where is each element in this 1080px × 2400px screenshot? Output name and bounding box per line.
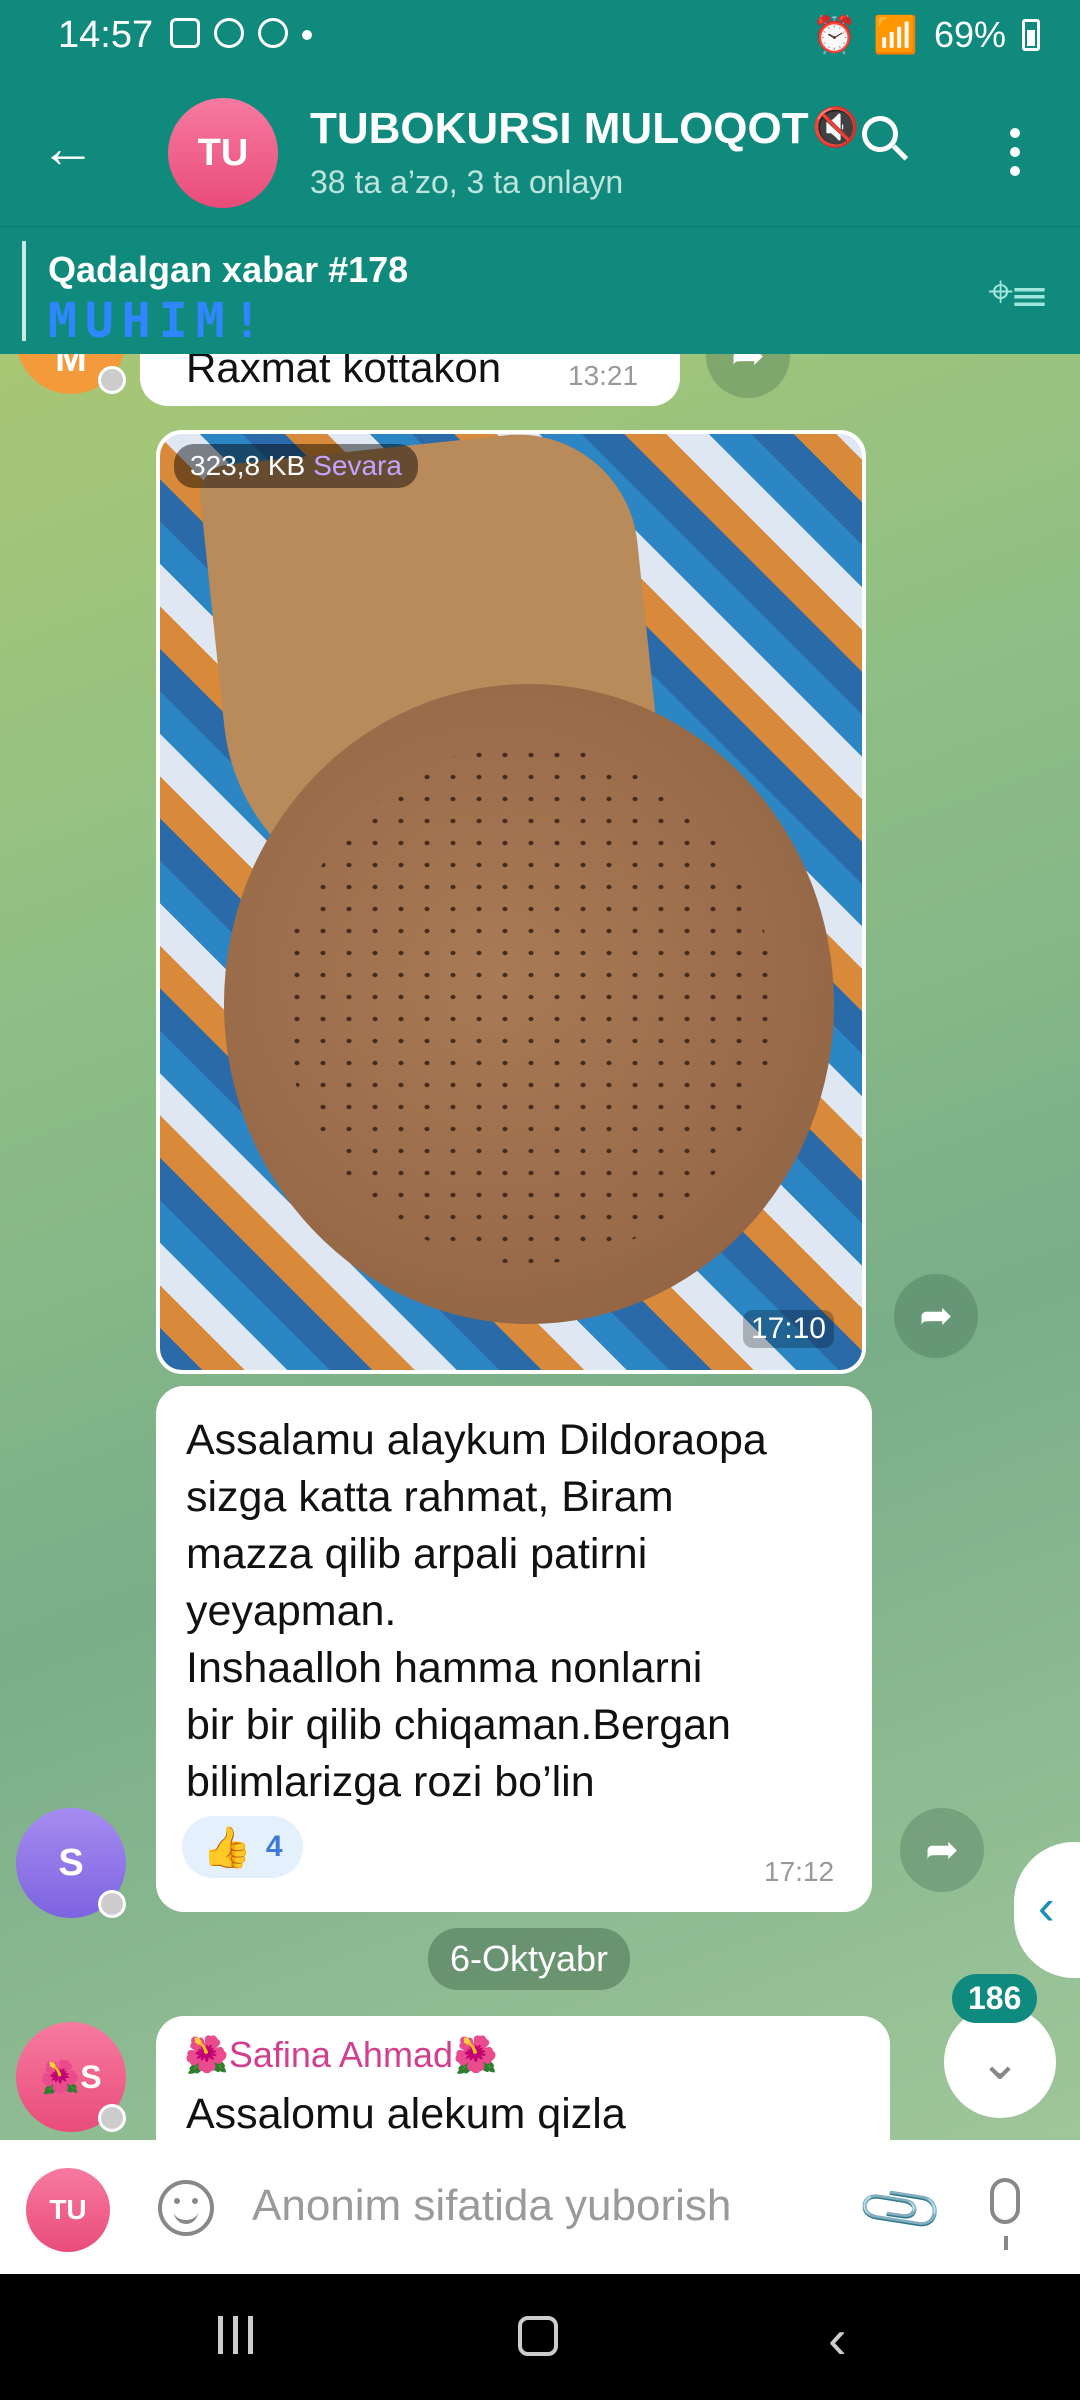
chevron-left-icon: ‹ xyxy=(1038,1879,1055,1935)
share-icon[interactable]: ➦ xyxy=(706,354,790,398)
share-icon[interactable]: ➦ xyxy=(900,1808,984,1892)
message-text: Raxmat kottakon xyxy=(186,354,502,391)
notification-icons xyxy=(170,18,312,48)
status-time: 14:57 xyxy=(58,14,154,56)
side-panel-tab[interactable]: ‹ xyxy=(1014,1842,1080,1978)
chat-title[interactable]: TUBOKURSI MULOQOT xyxy=(310,104,830,154)
pinned-message-bar[interactable]: Qadalgan xabar #178 MUHIM! ⌖☰ xyxy=(0,226,1080,355)
gallery-notification-icon xyxy=(170,18,200,48)
microphone-icon[interactable] xyxy=(990,2178,1020,2250)
system-navigation-bar: ‹ xyxy=(0,2274,1080,2400)
more-options-icon[interactable] xyxy=(1010,128,1020,185)
message-text: Assalomu alekum qizla xyxy=(186,2090,626,2138)
photo-info: 323,8 KB Sevara xyxy=(174,444,418,488)
add-notification-icon xyxy=(214,18,244,48)
chevron-down-icon: ⌄ xyxy=(979,2034,1021,2090)
avatar-initial: M xyxy=(55,354,87,380)
group-avatar[interactable]: TU xyxy=(168,98,278,208)
chat-subtitle: 38 ta a’zo, 3 ta onlayn xyxy=(310,164,624,200)
message-time: 13:21 xyxy=(568,360,639,391)
back-arrow-icon[interactable]: ← xyxy=(40,118,96,178)
avatar[interactable]: M xyxy=(16,354,126,394)
message-bubble[interactable]: 🌺Safina Ahmad🌺 Assalomu alekum qizla xyxy=(156,2016,890,2140)
pinned-text: MUHIM! xyxy=(48,293,270,349)
photo-content xyxy=(224,684,834,1324)
recent-apps-button[interactable] xyxy=(218,2316,253,2354)
unread-count-badge: 186 xyxy=(952,1974,1038,2023)
composer: TU 📎 xyxy=(0,2140,1080,2274)
photo-sender: Sevara xyxy=(313,450,402,481)
date-separator: 6-Oktyabr xyxy=(428,1928,631,1990)
avatar-initial: S xyxy=(58,1841,84,1884)
back-button[interactable]: ‹ xyxy=(828,2306,847,2371)
pinned-title: Qadalgan xabar #178 xyxy=(48,249,409,290)
emoji-icon[interactable] xyxy=(158,2180,214,2236)
message-bubble[interactable]: Raxmat kottakon 13:21 xyxy=(140,354,680,406)
system-icons: ⏰ 📶 69% xyxy=(812,14,1040,56)
muted-icon: 🔇 xyxy=(812,107,860,149)
attach-icon[interactable]: 📎 xyxy=(853,2161,949,2256)
reaction-chip[interactable]: 👍 4 xyxy=(182,1816,303,1878)
alarm-icon: ⏰ xyxy=(812,14,858,55)
send-as-avatar[interactable]: TU xyxy=(26,2168,110,2252)
avatar[interactable]: S xyxy=(16,1808,126,1918)
share-icon[interactable]: ➦ xyxy=(894,1274,978,1358)
battery-percent: 69% xyxy=(933,14,1006,55)
file-size: 323,8 KB xyxy=(190,450,306,481)
pinned-list-icon[interactable]: ⌖☰ xyxy=(988,267,1046,317)
status-bar: 14:57 ⏰ 📶 69% xyxy=(0,0,1080,76)
online-status-dot xyxy=(98,1890,126,1918)
online-status-dot xyxy=(98,366,126,394)
message-time: 17:10 xyxy=(742,1310,834,1348)
online-status-dot xyxy=(98,2104,126,2132)
sender-name[interactable]: 🌺Safina Ahmad🌺 xyxy=(184,2034,498,2076)
photo-message[interactable]: 323,8 KB Sevara 17:10 xyxy=(156,430,866,1374)
avatar-initial: 🌺S xyxy=(40,2059,102,2095)
message-text: Assalamu alaykum Dildoraopa sizga katta … xyxy=(186,1416,767,1806)
battery-icon xyxy=(1022,19,1040,51)
search-icon[interactable] xyxy=(862,116,898,152)
chat-header: ← TU TUBOKURSI MULOQOT 38 ta a’zo, 3 ta … xyxy=(0,76,1080,226)
home-button[interactable] xyxy=(518,2316,558,2356)
wifi-icon: 📶 xyxy=(873,14,918,55)
reaction-count: 4 xyxy=(265,1830,283,1863)
more-notifications-icon xyxy=(302,30,312,40)
message-bubble[interactable]: Assalamu alaykum Dildoraopa sizga katta … xyxy=(156,1386,872,1912)
sync-notification-icon xyxy=(258,18,288,48)
avatar[interactable]: 🌺S xyxy=(16,2022,126,2132)
thumbs-up-icon: 👍 xyxy=(202,1825,252,1870)
message-input[interactable] xyxy=(250,2170,814,2242)
pinned-indicator xyxy=(22,241,26,341)
message-list[interactable]: M Raxmat kottakon 13:21 ➦ 323,8 KB Sevara… xyxy=(0,354,1080,2140)
message-time: 17:12 xyxy=(764,1856,835,1887)
